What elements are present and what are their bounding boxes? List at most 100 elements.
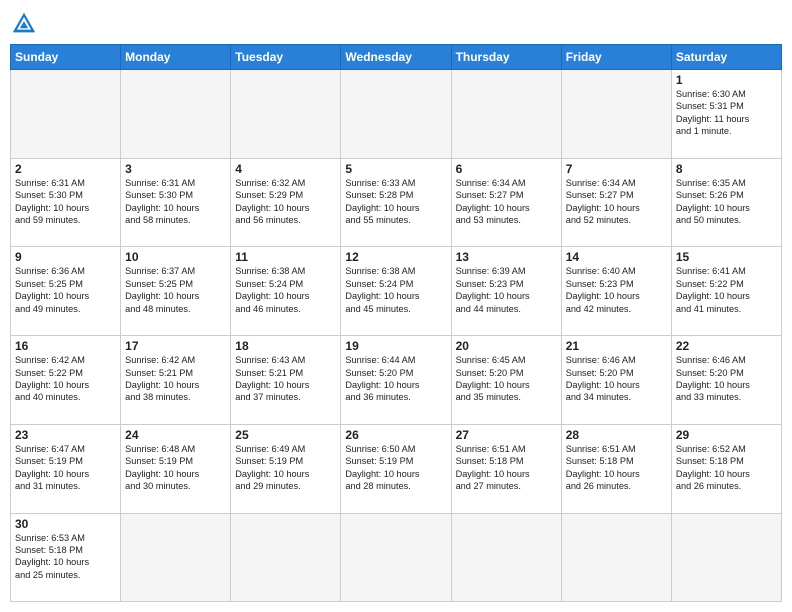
calendar-table: Sunday Monday Tuesday Wednesday Thursday… bbox=[10, 44, 782, 602]
day-number: 28 bbox=[566, 428, 667, 442]
table-row bbox=[451, 513, 561, 601]
table-row: 12Sunrise: 6:38 AM Sunset: 5:24 PM Dayli… bbox=[341, 247, 451, 336]
day-number: 23 bbox=[15, 428, 116, 442]
day-info: Sunrise: 6:35 AM Sunset: 5:26 PM Dayligh… bbox=[676, 177, 777, 227]
table-row: 11Sunrise: 6:38 AM Sunset: 5:24 PM Dayli… bbox=[231, 247, 341, 336]
day-number: 10 bbox=[125, 250, 226, 264]
calendar-week-row: 23Sunrise: 6:47 AM Sunset: 5:19 PM Dayli… bbox=[11, 424, 782, 513]
table-row: 15Sunrise: 6:41 AM Sunset: 5:22 PM Dayli… bbox=[671, 247, 781, 336]
col-monday: Monday bbox=[121, 45, 231, 70]
calendar-week-row: 9Sunrise: 6:36 AM Sunset: 5:25 PM Daylig… bbox=[11, 247, 782, 336]
day-number: 29 bbox=[676, 428, 777, 442]
day-info: Sunrise: 6:42 AM Sunset: 5:22 PM Dayligh… bbox=[15, 354, 116, 404]
col-tuesday: Tuesday bbox=[231, 45, 341, 70]
page: Sunday Monday Tuesday Wednesday Thursday… bbox=[0, 0, 792, 612]
table-row: 26Sunrise: 6:50 AM Sunset: 5:19 PM Dayli… bbox=[341, 424, 451, 513]
table-row bbox=[341, 70, 451, 159]
day-number: 30 bbox=[15, 517, 116, 531]
day-number: 16 bbox=[15, 339, 116, 353]
table-row: 4Sunrise: 6:32 AM Sunset: 5:29 PM Daylig… bbox=[231, 158, 341, 247]
table-row: 3Sunrise: 6:31 AM Sunset: 5:30 PM Daylig… bbox=[121, 158, 231, 247]
day-info: Sunrise: 6:46 AM Sunset: 5:20 PM Dayligh… bbox=[676, 354, 777, 404]
day-info: Sunrise: 6:39 AM Sunset: 5:23 PM Dayligh… bbox=[456, 265, 557, 315]
day-info: Sunrise: 6:31 AM Sunset: 5:30 PM Dayligh… bbox=[125, 177, 226, 227]
table-row: 13Sunrise: 6:39 AM Sunset: 5:23 PM Dayli… bbox=[451, 247, 561, 336]
day-info: Sunrise: 6:51 AM Sunset: 5:18 PM Dayligh… bbox=[456, 443, 557, 493]
day-info: Sunrise: 6:47 AM Sunset: 5:19 PM Dayligh… bbox=[15, 443, 116, 493]
table-row: 28Sunrise: 6:51 AM Sunset: 5:18 PM Dayli… bbox=[561, 424, 671, 513]
calendar-header-row: Sunday Monday Tuesday Wednesday Thursday… bbox=[11, 45, 782, 70]
day-info: Sunrise: 6:38 AM Sunset: 5:24 PM Dayligh… bbox=[235, 265, 336, 315]
calendar-week-row: 1Sunrise: 6:30 AM Sunset: 5:31 PM Daylig… bbox=[11, 70, 782, 159]
table-row: 5Sunrise: 6:33 AM Sunset: 5:28 PM Daylig… bbox=[341, 158, 451, 247]
day-number: 21 bbox=[566, 339, 667, 353]
table-row: 18Sunrise: 6:43 AM Sunset: 5:21 PM Dayli… bbox=[231, 336, 341, 425]
table-row bbox=[11, 70, 121, 159]
col-thursday: Thursday bbox=[451, 45, 561, 70]
table-row: 17Sunrise: 6:42 AM Sunset: 5:21 PM Dayli… bbox=[121, 336, 231, 425]
table-row: 9Sunrise: 6:36 AM Sunset: 5:25 PM Daylig… bbox=[11, 247, 121, 336]
day-number: 22 bbox=[676, 339, 777, 353]
col-sunday: Sunday bbox=[11, 45, 121, 70]
day-number: 5 bbox=[345, 162, 446, 176]
day-info: Sunrise: 6:53 AM Sunset: 5:18 PM Dayligh… bbox=[15, 532, 116, 582]
day-info: Sunrise: 6:34 AM Sunset: 5:27 PM Dayligh… bbox=[456, 177, 557, 227]
table-row: 8Sunrise: 6:35 AM Sunset: 5:26 PM Daylig… bbox=[671, 158, 781, 247]
table-row: 7Sunrise: 6:34 AM Sunset: 5:27 PM Daylig… bbox=[561, 158, 671, 247]
day-number: 9 bbox=[15, 250, 116, 264]
col-wednesday: Wednesday bbox=[341, 45, 451, 70]
calendar-week-row: 30Sunrise: 6:53 AM Sunset: 5:18 PM Dayli… bbox=[11, 513, 782, 601]
table-row: 27Sunrise: 6:51 AM Sunset: 5:18 PM Dayli… bbox=[451, 424, 561, 513]
table-row: 2Sunrise: 6:31 AM Sunset: 5:30 PM Daylig… bbox=[11, 158, 121, 247]
day-info: Sunrise: 6:44 AM Sunset: 5:20 PM Dayligh… bbox=[345, 354, 446, 404]
day-info: Sunrise: 6:41 AM Sunset: 5:22 PM Dayligh… bbox=[676, 265, 777, 315]
day-number: 8 bbox=[676, 162, 777, 176]
day-info: Sunrise: 6:45 AM Sunset: 5:20 PM Dayligh… bbox=[456, 354, 557, 404]
day-info: Sunrise: 6:37 AM Sunset: 5:25 PM Dayligh… bbox=[125, 265, 226, 315]
table-row: 19Sunrise: 6:44 AM Sunset: 5:20 PM Dayli… bbox=[341, 336, 451, 425]
day-info: Sunrise: 6:43 AM Sunset: 5:21 PM Dayligh… bbox=[235, 354, 336, 404]
day-number: 26 bbox=[345, 428, 446, 442]
table-row: 16Sunrise: 6:42 AM Sunset: 5:22 PM Dayli… bbox=[11, 336, 121, 425]
table-row bbox=[341, 513, 451, 601]
table-row bbox=[231, 513, 341, 601]
day-info: Sunrise: 6:51 AM Sunset: 5:18 PM Dayligh… bbox=[566, 443, 667, 493]
day-number: 6 bbox=[456, 162, 557, 176]
day-number: 20 bbox=[456, 339, 557, 353]
table-row bbox=[561, 513, 671, 601]
col-friday: Friday bbox=[561, 45, 671, 70]
day-info: Sunrise: 6:49 AM Sunset: 5:19 PM Dayligh… bbox=[235, 443, 336, 493]
logo-icon bbox=[10, 10, 38, 38]
day-number: 7 bbox=[566, 162, 667, 176]
day-number: 24 bbox=[125, 428, 226, 442]
day-info: Sunrise: 6:42 AM Sunset: 5:21 PM Dayligh… bbox=[125, 354, 226, 404]
day-number: 14 bbox=[566, 250, 667, 264]
day-info: Sunrise: 6:34 AM Sunset: 5:27 PM Dayligh… bbox=[566, 177, 667, 227]
day-info: Sunrise: 6:30 AM Sunset: 5:31 PM Dayligh… bbox=[676, 88, 777, 138]
day-number: 13 bbox=[456, 250, 557, 264]
day-info: Sunrise: 6:33 AM Sunset: 5:28 PM Dayligh… bbox=[345, 177, 446, 227]
day-number: 15 bbox=[676, 250, 777, 264]
table-row: 22Sunrise: 6:46 AM Sunset: 5:20 PM Dayli… bbox=[671, 336, 781, 425]
table-row: 21Sunrise: 6:46 AM Sunset: 5:20 PM Dayli… bbox=[561, 336, 671, 425]
table-row bbox=[231, 70, 341, 159]
table-row bbox=[121, 70, 231, 159]
day-number: 27 bbox=[456, 428, 557, 442]
table-row: 25Sunrise: 6:49 AM Sunset: 5:19 PM Dayli… bbox=[231, 424, 341, 513]
day-number: 12 bbox=[345, 250, 446, 264]
day-info: Sunrise: 6:48 AM Sunset: 5:19 PM Dayligh… bbox=[125, 443, 226, 493]
calendar-week-row: 16Sunrise: 6:42 AM Sunset: 5:22 PM Dayli… bbox=[11, 336, 782, 425]
day-info: Sunrise: 6:31 AM Sunset: 5:30 PM Dayligh… bbox=[15, 177, 116, 227]
col-saturday: Saturday bbox=[671, 45, 781, 70]
table-row bbox=[561, 70, 671, 159]
day-number: 2 bbox=[15, 162, 116, 176]
table-row: 6Sunrise: 6:34 AM Sunset: 5:27 PM Daylig… bbox=[451, 158, 561, 247]
table-row: 23Sunrise: 6:47 AM Sunset: 5:19 PM Dayli… bbox=[11, 424, 121, 513]
day-info: Sunrise: 6:40 AM Sunset: 5:23 PM Dayligh… bbox=[566, 265, 667, 315]
day-info: Sunrise: 6:52 AM Sunset: 5:18 PM Dayligh… bbox=[676, 443, 777, 493]
day-info: Sunrise: 6:38 AM Sunset: 5:24 PM Dayligh… bbox=[345, 265, 446, 315]
table-row: 14Sunrise: 6:40 AM Sunset: 5:23 PM Dayli… bbox=[561, 247, 671, 336]
table-row: 29Sunrise: 6:52 AM Sunset: 5:18 PM Dayli… bbox=[671, 424, 781, 513]
table-row bbox=[451, 70, 561, 159]
day-number: 3 bbox=[125, 162, 226, 176]
